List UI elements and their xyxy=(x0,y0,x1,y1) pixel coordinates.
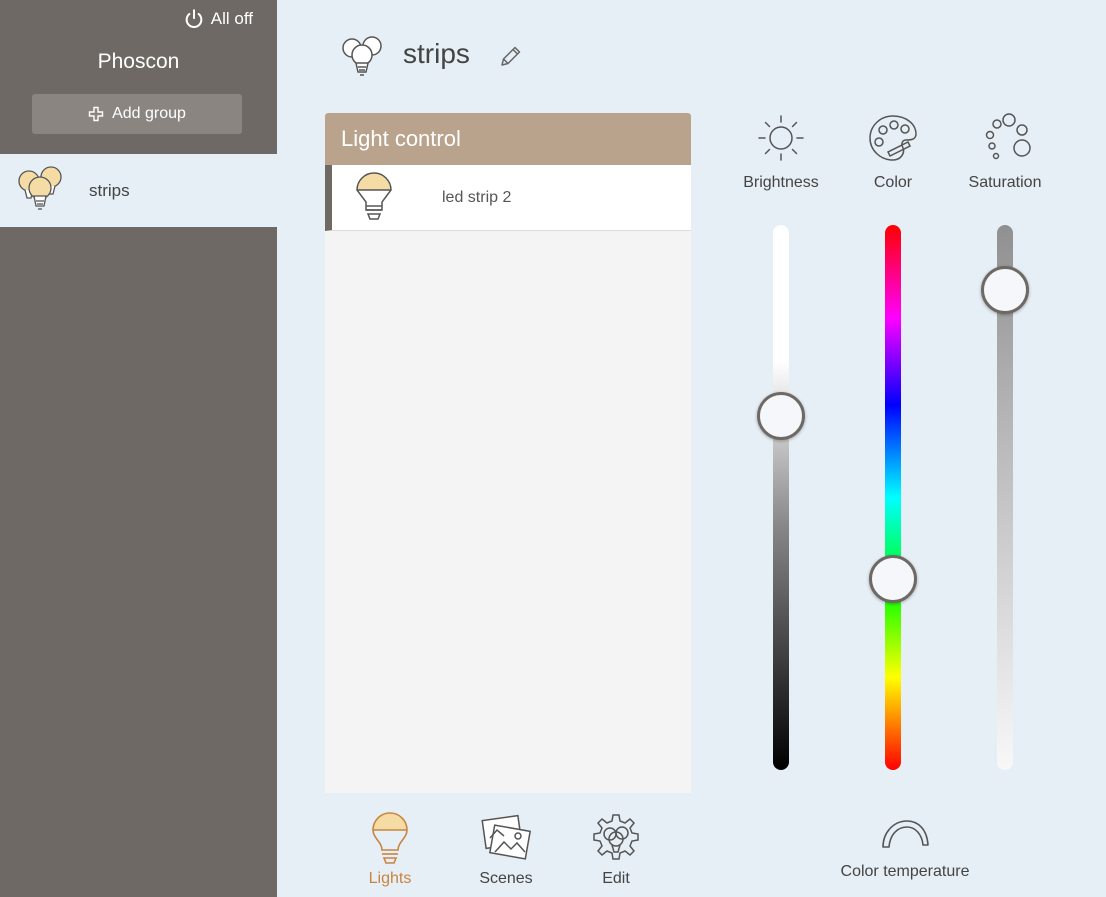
saturation-slider-thumb[interactable] xyxy=(981,266,1029,315)
all-off-button[interactable]: All off xyxy=(183,8,253,30)
add-group-button[interactable]: Add group xyxy=(32,94,242,134)
sidebar-item-label: strips xyxy=(89,180,130,200)
all-off-label: All off xyxy=(210,9,253,28)
brand-title: Phoscon xyxy=(97,50,180,73)
light-list-item[interactable]: led strip 2 xyxy=(325,165,691,231)
tab-scenes[interactable]: Scenes xyxy=(466,812,546,888)
saturation-label: Saturation xyxy=(968,174,1042,191)
sidebar-item-strips[interactable]: strips xyxy=(0,154,277,227)
tab-lights[interactable]: Lights xyxy=(350,812,430,888)
power-icon xyxy=(185,9,203,28)
color-temperature-label: Color temperature xyxy=(840,863,970,880)
panel-title: Light control xyxy=(325,113,691,165)
brightness-control[interactable]: Brightness xyxy=(726,110,836,192)
page-title: strips xyxy=(403,38,470,69)
plus-icon xyxy=(88,106,104,122)
saturation-control[interactable]: Saturation xyxy=(950,110,1060,192)
brightness-label: Brightness xyxy=(743,174,819,191)
bulb-icon xyxy=(372,812,408,864)
light-label: led strip 2 xyxy=(442,188,512,206)
sun-icon xyxy=(758,115,804,161)
brightness-slider-thumb[interactable] xyxy=(757,391,805,440)
sidebar: All off Phoscon Add group strips xyxy=(0,0,277,897)
brightness-slider[interactable] xyxy=(773,225,789,770)
color-control[interactable]: Color xyxy=(838,110,948,192)
color-slider[interactable] xyxy=(885,225,901,770)
scenes-icon xyxy=(481,814,532,860)
arc-icon xyxy=(882,820,929,848)
bulb-icon xyxy=(356,171,392,220)
color-label: Color xyxy=(873,174,913,191)
dots-icon xyxy=(985,113,1031,160)
color-slider-thumb[interactable] xyxy=(869,555,917,604)
palette-icon xyxy=(869,115,917,161)
color-temperature-control[interactable]: Color temperature xyxy=(830,815,980,881)
tab-label: Edit xyxy=(602,870,630,887)
light-control-panel: Light control led strip 2 xyxy=(325,113,691,793)
tab-label: Lights xyxy=(368,870,412,887)
tab-edit[interactable]: Edit xyxy=(576,812,656,888)
pencil-icon[interactable] xyxy=(498,43,524,69)
group-bulbs-icon xyxy=(18,165,62,210)
tab-label: Scenes xyxy=(479,870,533,887)
add-group-label: Add group xyxy=(112,105,186,122)
group-bulbs-icon xyxy=(342,36,382,76)
gear-icon xyxy=(593,814,639,860)
